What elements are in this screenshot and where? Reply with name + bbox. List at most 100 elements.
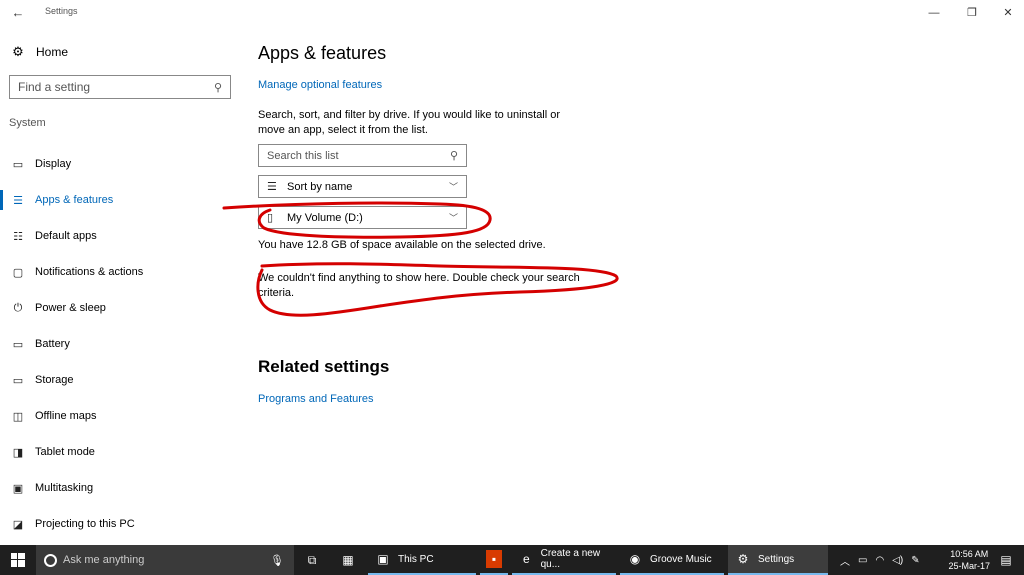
sidebar-item-storage[interactable]: ▭ Storage: [0, 362, 240, 398]
taskbar-app-label: Groove Music: [650, 553, 712, 565]
sidebar-item-label: Notifications & actions: [35, 266, 144, 278]
clock-date: 25-Mar-17: [948, 561, 990, 571]
section-label: System: [9, 117, 46, 129]
taskbar-app-groove-music[interactable]: ◉ Groove Music: [620, 545, 724, 575]
active-indicator: [0, 190, 3, 210]
sidebar: ⚙ Home Find a setting ⚲ System ▭ Display ☰…: [0, 26, 240, 545]
settings-gear-icon: ⚙: [737, 552, 749, 566]
close-button[interactable]: ✕: [993, 2, 1023, 24]
home-link[interactable]: ⚙ Home: [10, 43, 68, 61]
edge-icon: e: [522, 552, 530, 566]
space-available-text: You have 12.8 GB of space available on t…: [258, 239, 546, 251]
volume-icon[interactable]: ◁): [892, 555, 903, 566]
sidebar-item-label: Tablet mode: [35, 446, 95, 458]
programs-and-features-link[interactable]: Programs and Features: [258, 393, 374, 405]
search-list-input[interactable]: Search this list ⚲: [258, 144, 467, 167]
projecting-icon: ◪: [12, 518, 24, 531]
pen-icon[interactable]: ✎: [911, 555, 919, 566]
back-button[interactable]: ←: [6, 3, 30, 23]
task-view-icon[interactable]: ⧉: [298, 545, 326, 575]
nav-list: ▭ Display ☰ Apps & features ☷ Default apps ▢ No…: [0, 146, 240, 542]
description-text: Search, sort, and filter by drive. If yo…: [258, 109, 561, 136]
sidebar-item-projecting-to-this-pc[interactable]: ◪ Projecting to this PC: [0, 506, 240, 542]
action-center-icon[interactable]: ▤: [994, 545, 1018, 575]
battery-icon: ▭: [12, 338, 24, 351]
groove-music-icon: ◉: [629, 552, 641, 566]
sidebar-item-tablet-mode[interactable]: ◨ Tablet mode: [0, 434, 240, 470]
sidebar-item-multitasking[interactable]: ▣ Multitasking: [0, 470, 240, 506]
drive-filter-dropdown[interactable]: ▯ My Volume (D:) ﹀: [258, 206, 467, 229]
sidebar-item-offline-maps[interactable]: ◫ Offline maps: [0, 398, 240, 434]
sidebar-item-label: Storage: [35, 374, 74, 386]
notifications-icon: ▢: [12, 266, 24, 279]
tablet-icon: ◨: [12, 446, 24, 459]
sidebar-item-display[interactable]: ▭ Display: [0, 146, 240, 182]
display-icon: ▭: [12, 158, 24, 171]
gear-icon: ⚙: [12, 44, 24, 59]
taskbar-app-label: Settings: [758, 553, 795, 565]
storage-icon: ▭: [12, 374, 24, 387]
map-icon: ◫: [12, 410, 24, 423]
title-bar: ← Settings — ❐ ✕: [0, 0, 1024, 26]
taskbar-app-label: This PC: [398, 553, 434, 565]
wifi-icon[interactable]: ◠: [875, 555, 884, 566]
sort-icon: ☰: [267, 181, 277, 193]
sidebar-item-battery[interactable]: ▭ Battery: [0, 326, 240, 362]
search-icon[interactable]: ⚲: [450, 149, 458, 162]
sort-label: Sort by name: [287, 180, 353, 193]
sidebar-item-default-apps[interactable]: ☷ Default apps: [0, 218, 240, 254]
apps-features-icon: ☰: [13, 194, 23, 207]
power-icon: ⏻: [13, 301, 23, 314]
related-settings-heading: Related settings: [258, 357, 390, 376]
drive-label: My Volume (D:): [287, 211, 363, 224]
microphone-icon[interactable]: 🎙: [270, 554, 284, 567]
back-arrow-icon: ←: [11, 5, 25, 20]
manage-optional-features-link[interactable]: Manage optional features: [258, 79, 382, 91]
taskbar-app-office[interactable]: ▪: [480, 545, 508, 575]
drive-icon: ▯: [267, 212, 274, 224]
store-icon[interactable]: ▦: [334, 545, 362, 575]
taskbar-app-label: Create a new qu...: [540, 548, 601, 570]
sidebar-item-power-sleep[interactable]: ⏻ Power & sleep: [0, 290, 240, 326]
start-button[interactable]: [0, 545, 36, 575]
sidebar-item-label: Apps & features: [35, 194, 114, 206]
find-setting-input[interactable]: Find a setting ⚲: [9, 75, 231, 99]
cortana-placeholder: Ask me anything: [63, 554, 145, 566]
clock[interactable]: 10:56 AM 25-Mar-17: [948, 548, 990, 572]
search-list-placeholder: Search this list: [267, 149, 339, 162]
chevron-up-icon[interactable]: ︿: [840, 553, 850, 568]
windows-logo-icon: [11, 553, 25, 567]
restore-button[interactable]: ❐: [957, 2, 987, 24]
default-apps-icon: ☷: [13, 230, 23, 243]
minimize-button[interactable]: —: [919, 2, 949, 24]
sidebar-item-label: Display: [35, 158, 72, 170]
sidebar-item-label: Offline maps: [35, 410, 97, 422]
multitasking-icon: ▣: [12, 482, 24, 495]
empty-results-text: We couldn't find anything to show here. …: [258, 272, 580, 299]
sidebar-item-apps-features[interactable]: ☰ Apps & features: [0, 182, 240, 218]
search-icon[interactable]: ⚲: [214, 81, 222, 94]
sidebar-item-label: Multitasking: [35, 482, 94, 494]
cortana-search-box[interactable]: Ask me anything 🎙: [36, 545, 294, 575]
network-icon[interactable]: ▭: [858, 555, 867, 566]
home-label: Home: [36, 45, 69, 59]
taskbar-app-edge[interactable]: e Create a new qu...: [512, 545, 616, 575]
chevron-down-icon: ﹀: [448, 213, 458, 223]
sidebar-item-label: Default apps: [35, 230, 97, 242]
file-explorer-icon: ▣: [377, 552, 389, 566]
system-tray: ︿ ▭ ◠ ◁) ✎: [840, 545, 920, 575]
taskbar-app-settings-gear[interactable]: ⚙ Settings: [728, 545, 828, 575]
office-icon: ▪: [486, 550, 502, 568]
chevron-down-icon: ﹀: [448, 182, 458, 192]
taskbar-app-file-explorer[interactable]: ▣ This PC: [368, 545, 476, 575]
sidebar-item-label: Battery: [35, 338, 70, 350]
sidebar-item-label: Projecting to this PC: [35, 518, 135, 530]
sort-dropdown[interactable]: ☰ Sort by name ﹀: [258, 175, 467, 198]
window-title: Settings: [45, 6, 78, 16]
sidebar-item-label: Power & sleep: [35, 302, 106, 314]
clock-time: 10:56 AM: [950, 549, 989, 559]
cortana-icon: [44, 553, 57, 567]
taskbar: Ask me anything 🎙 ⧉ ▦ ▣ This PC ▪ e Create a…: [0, 545, 1024, 575]
sidebar-item-notifications-actions[interactable]: ▢ Notifications & actions: [0, 254, 240, 290]
find-setting-placeholder: Find a setting: [18, 80, 91, 94]
